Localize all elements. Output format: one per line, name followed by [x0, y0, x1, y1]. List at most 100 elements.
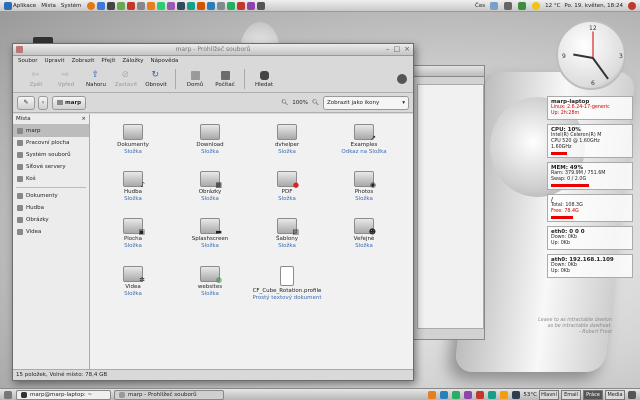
file-item[interactable]: VeřejnéSložka — [329, 218, 399, 250]
breadcrumb[interactable]: marp — [52, 95, 87, 110]
window-titlebar[interactable]: marp - Prohlížeč souborů – □ × — [13, 44, 413, 56]
menu-file[interactable]: Soubor — [18, 58, 37, 64]
settings-icon[interactable] — [137, 1, 146, 10]
workspace-email[interactable]: Email — [561, 389, 581, 400]
menu-edit[interactable]: Upravit — [44, 58, 64, 64]
file-item[interactable]: PhotosSložka — [329, 171, 399, 203]
sidebar-close-icon[interactable]: × — [81, 116, 86, 122]
workspace-main[interactable]: Hlavní — [539, 389, 559, 400]
pidgin-icon[interactable] — [117, 1, 126, 10]
file-item[interactable]: Dokumenty Složka — [98, 124, 168, 156]
thunderbird-icon[interactable] — [97, 1, 106, 10]
ubuntu-logo-icon[interactable] — [4, 1, 12, 10]
gimp-icon[interactable] — [167, 1, 176, 10]
calendar-icon[interactable] — [227, 1, 236, 10]
tray-app-icon[interactable] — [488, 390, 497, 399]
network-status-icon[interactable] — [490, 1, 499, 10]
minimize-icon[interactable]: – — [386, 45, 390, 53]
workspace-media[interactable]: Media — [605, 389, 625, 400]
maximize-icon[interactable]: □ — [394, 45, 401, 53]
back-button[interactable]: ⇦ Zpět — [21, 67, 51, 92]
sidebar-bookmark-documents[interactable]: Dokumenty — [13, 190, 89, 202]
power-icon[interactable] — [628, 1, 636, 10]
menu-places[interactable]: Místa — [41, 3, 56, 9]
trash-icon[interactable] — [628, 390, 636, 399]
file-item[interactable]: dvhelper Složka — [252, 124, 322, 156]
file-item[interactable]: SplashscreenSložka — [175, 218, 245, 250]
forward-button[interactable]: ⇨ Vpřed — [51, 67, 81, 92]
photo-icon[interactable] — [237, 1, 246, 10]
stop-button[interactable]: ⊘ Zastavit — [111, 67, 141, 92]
file-item[interactable]: CF_Cube_Rotation.profile Prostý textový d… — [252, 266, 322, 302]
weather-temperature[interactable]: 12 °C — [545, 3, 560, 9]
sidebar-item-home[interactable]: marp — [13, 125, 89, 137]
sidebar-item-network[interactable]: Síťové servery — [13, 161, 89, 173]
cpu-temperature[interactable]: 53°C — [523, 392, 537, 398]
zoom-out-icon[interactable]: 🔍︎ — [281, 100, 288, 106]
menu-view[interactable]: Zobrazit — [72, 58, 95, 64]
download-icon[interactable] — [197, 1, 206, 10]
file-item[interactable]: ŠablonySložka — [252, 218, 322, 250]
sidebar-bookmark-videos[interactable]: Videa — [13, 226, 89, 238]
menu-help[interactable]: Nápověda — [151, 58, 179, 64]
home-button[interactable]: Domů — [180, 67, 210, 92]
terminal-icon[interactable] — [107, 1, 116, 10]
file-item[interactable]: websitesSložka — [175, 266, 245, 298]
reload-button[interactable]: ↻ Obnovit — [141, 67, 171, 92]
location-toggle-button[interactable]: ✎ — [17, 95, 35, 110]
battery-icon[interactable] — [518, 1, 527, 10]
close-icon[interactable]: × — [404, 45, 410, 53]
file-item[interactable]: ExamplesOdkaz na Složka — [329, 124, 399, 156]
taskbar-terminal[interactable]: marp@marp-laptop: ~ — [16, 389, 111, 400]
menu-system[interactable]: Systém — [61, 3, 82, 9]
file-item[interactable]: Download Složka — [175, 124, 245, 156]
vlc-icon[interactable] — [147, 1, 156, 10]
tray-app-icon[interactable] — [440, 390, 449, 399]
sidebar-item-trash[interactable]: Koš — [13, 173, 89, 185]
skype-icon[interactable] — [207, 1, 216, 10]
menu-applications[interactable]: Aplikace — [13, 3, 36, 9]
workspace-work[interactable]: Práce — [583, 389, 603, 400]
search-button[interactable]: Hledat — [249, 67, 279, 92]
network-icon[interactable] — [187, 1, 196, 10]
file-item[interactable]: ObrázkySložka — [175, 171, 245, 203]
sidebar-item-filesystem[interactable]: Systém souborů — [13, 149, 89, 161]
menu-go[interactable]: Přejít — [101, 58, 115, 64]
tray-app-icon[interactable] — [464, 390, 473, 399]
clock-datetime[interactable]: Po. 19. květen, 18:24 — [564, 3, 623, 9]
tray-app-icon[interactable] — [476, 390, 485, 399]
chat-icon[interactable] — [157, 1, 166, 10]
file-item[interactable]: VideaSložka — [98, 266, 168, 298]
file-item[interactable]: PlochaSložka — [98, 218, 168, 250]
office-icon[interactable] — [257, 1, 266, 10]
weather-icon[interactable] — [532, 1, 541, 10]
path-left-button[interactable]: ‹ — [38, 95, 48, 110]
show-desktop-icon[interactable] — [4, 390, 12, 399]
taskbar-file-manager[interactable]: marp - Prohlížeč souborů — [114, 389, 224, 400]
menu-bookmarks[interactable]: Záložky — [122, 58, 143, 64]
sidebar-bookmark-pictures[interactable]: Obrázky — [13, 214, 89, 226]
zoom-in-icon[interactable]: 🔍︎ — [312, 100, 319, 106]
zoom-level[interactable]: 100% — [292, 100, 308, 106]
editor-icon[interactable] — [177, 1, 186, 10]
file-item[interactable]: PDFSložka — [252, 171, 322, 203]
sidebar-item-desktop[interactable]: Pracovní plocha — [13, 137, 89, 149]
music-icon[interactable] — [247, 1, 256, 10]
folder-icon[interactable] — [217, 1, 226, 10]
sidebar-header[interactable]: Místa × — [13, 114, 89, 125]
media-icon[interactable] — [127, 1, 136, 10]
keyboard-layout[interactable]: Čes — [475, 3, 485, 9]
tray-app-icon[interactable] — [512, 390, 521, 399]
firefox-icon[interactable] — [87, 1, 96, 10]
up-button[interactable]: ⇧ Nahoru — [81, 67, 111, 92]
computer-button[interactable]: Počítač — [210, 67, 240, 92]
background-window-titlebar[interactable] — [411, 66, 484, 77]
sidebar-bookmark-music[interactable]: Hudba — [13, 202, 89, 214]
background-window[interactable] — [410, 65, 485, 340]
volume-icon[interactable] — [504, 1, 513, 10]
tray-app-icon[interactable] — [452, 390, 461, 399]
file-item[interactable]: HudbaSložka — [98, 171, 168, 203]
tray-app-icon[interactable] — [428, 390, 437, 399]
tray-app-icon[interactable] — [500, 390, 509, 399]
view-mode-select[interactable]: Zobrazit jako ikony ▾ — [323, 95, 409, 110]
